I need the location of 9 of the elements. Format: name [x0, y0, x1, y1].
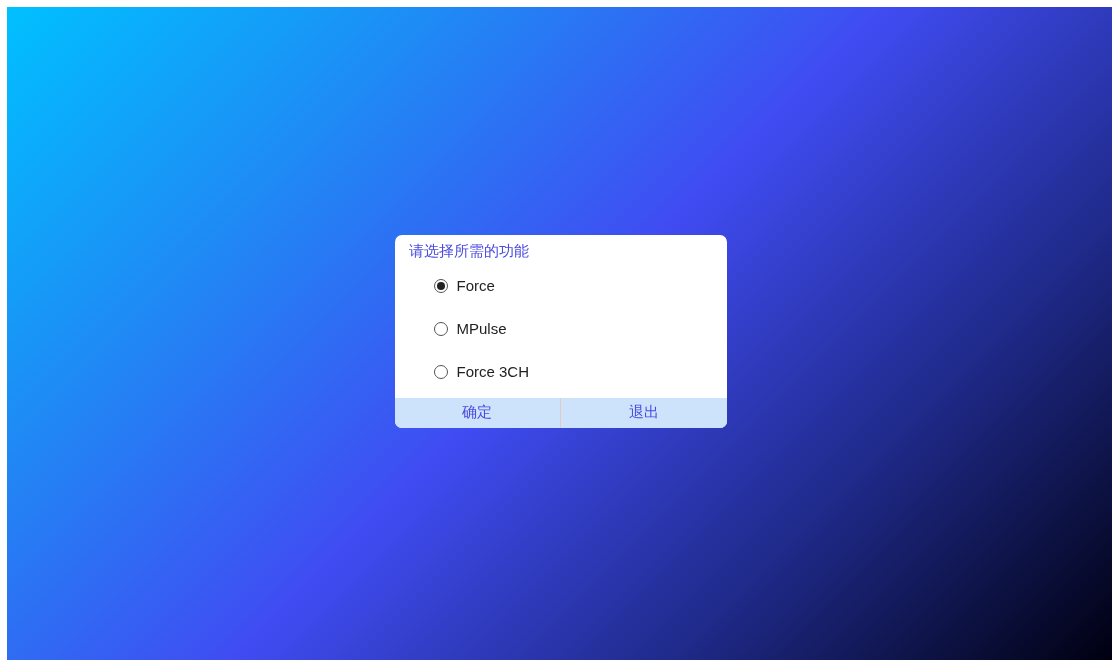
dialog-button[interactable]: 退出 [560, 397, 727, 428]
radio-icon [433, 322, 448, 336]
radio-option[interactable]: Force [433, 264, 495, 308]
radio-icon [433, 365, 448, 379]
radio-icon [433, 279, 448, 293]
radio-option[interactable]: Force 3CH [433, 350, 530, 394]
radio-option[interactable]: MPulse [433, 307, 507, 351]
dialog-title: 请选择所需的功能 [407, 240, 529, 262]
dialog-button[interactable]: 确定 [394, 397, 560, 428]
